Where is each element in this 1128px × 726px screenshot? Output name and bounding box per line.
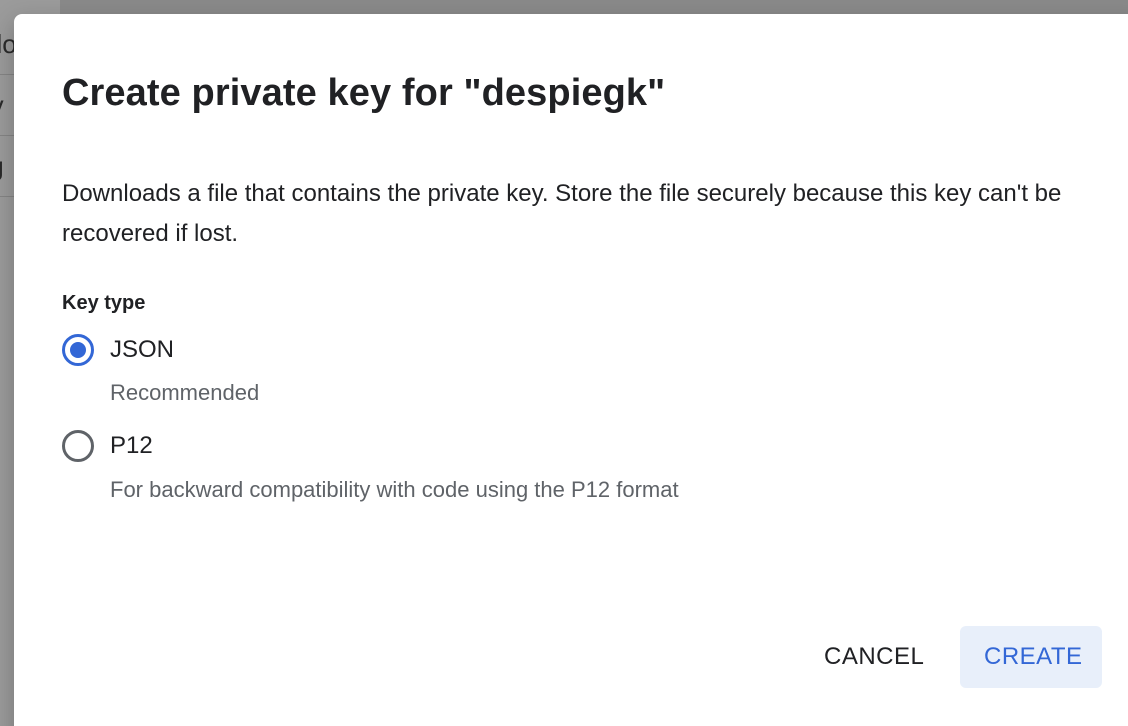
cancel-button[interactable]: CANCEL	[800, 626, 948, 688]
option-label-p12: P12	[110, 432, 153, 459]
key-type-label: Key type	[62, 292, 146, 314]
option-label-json: JSON	[110, 336, 175, 363]
background-row-text: rv	[0, 90, 4, 120]
radio-option-p12[interactable]: P12	[62, 430, 153, 462]
dialog-description: Downloads a file that contains the priva…	[62, 180, 1062, 247]
create-key-dialog: Create private key for "despiegk" Downlo…	[14, 14, 1128, 726]
option-hint-json: Recommended	[110, 380, 260, 405]
radio-option-json[interactable]: JSON	[62, 334, 174, 366]
background-row-text: .g	[0, 151, 4, 181]
radio-button-checked-icon[interactable]	[62, 334, 94, 366]
create-button[interactable]: CREATE	[960, 626, 1102, 688]
radio-button-unchecked-icon[interactable]	[62, 430, 94, 462]
dialog-title: Create private key for "despiegk"	[62, 72, 666, 114]
option-hint-p12: For backward compatibility with code usi…	[110, 477, 679, 502]
